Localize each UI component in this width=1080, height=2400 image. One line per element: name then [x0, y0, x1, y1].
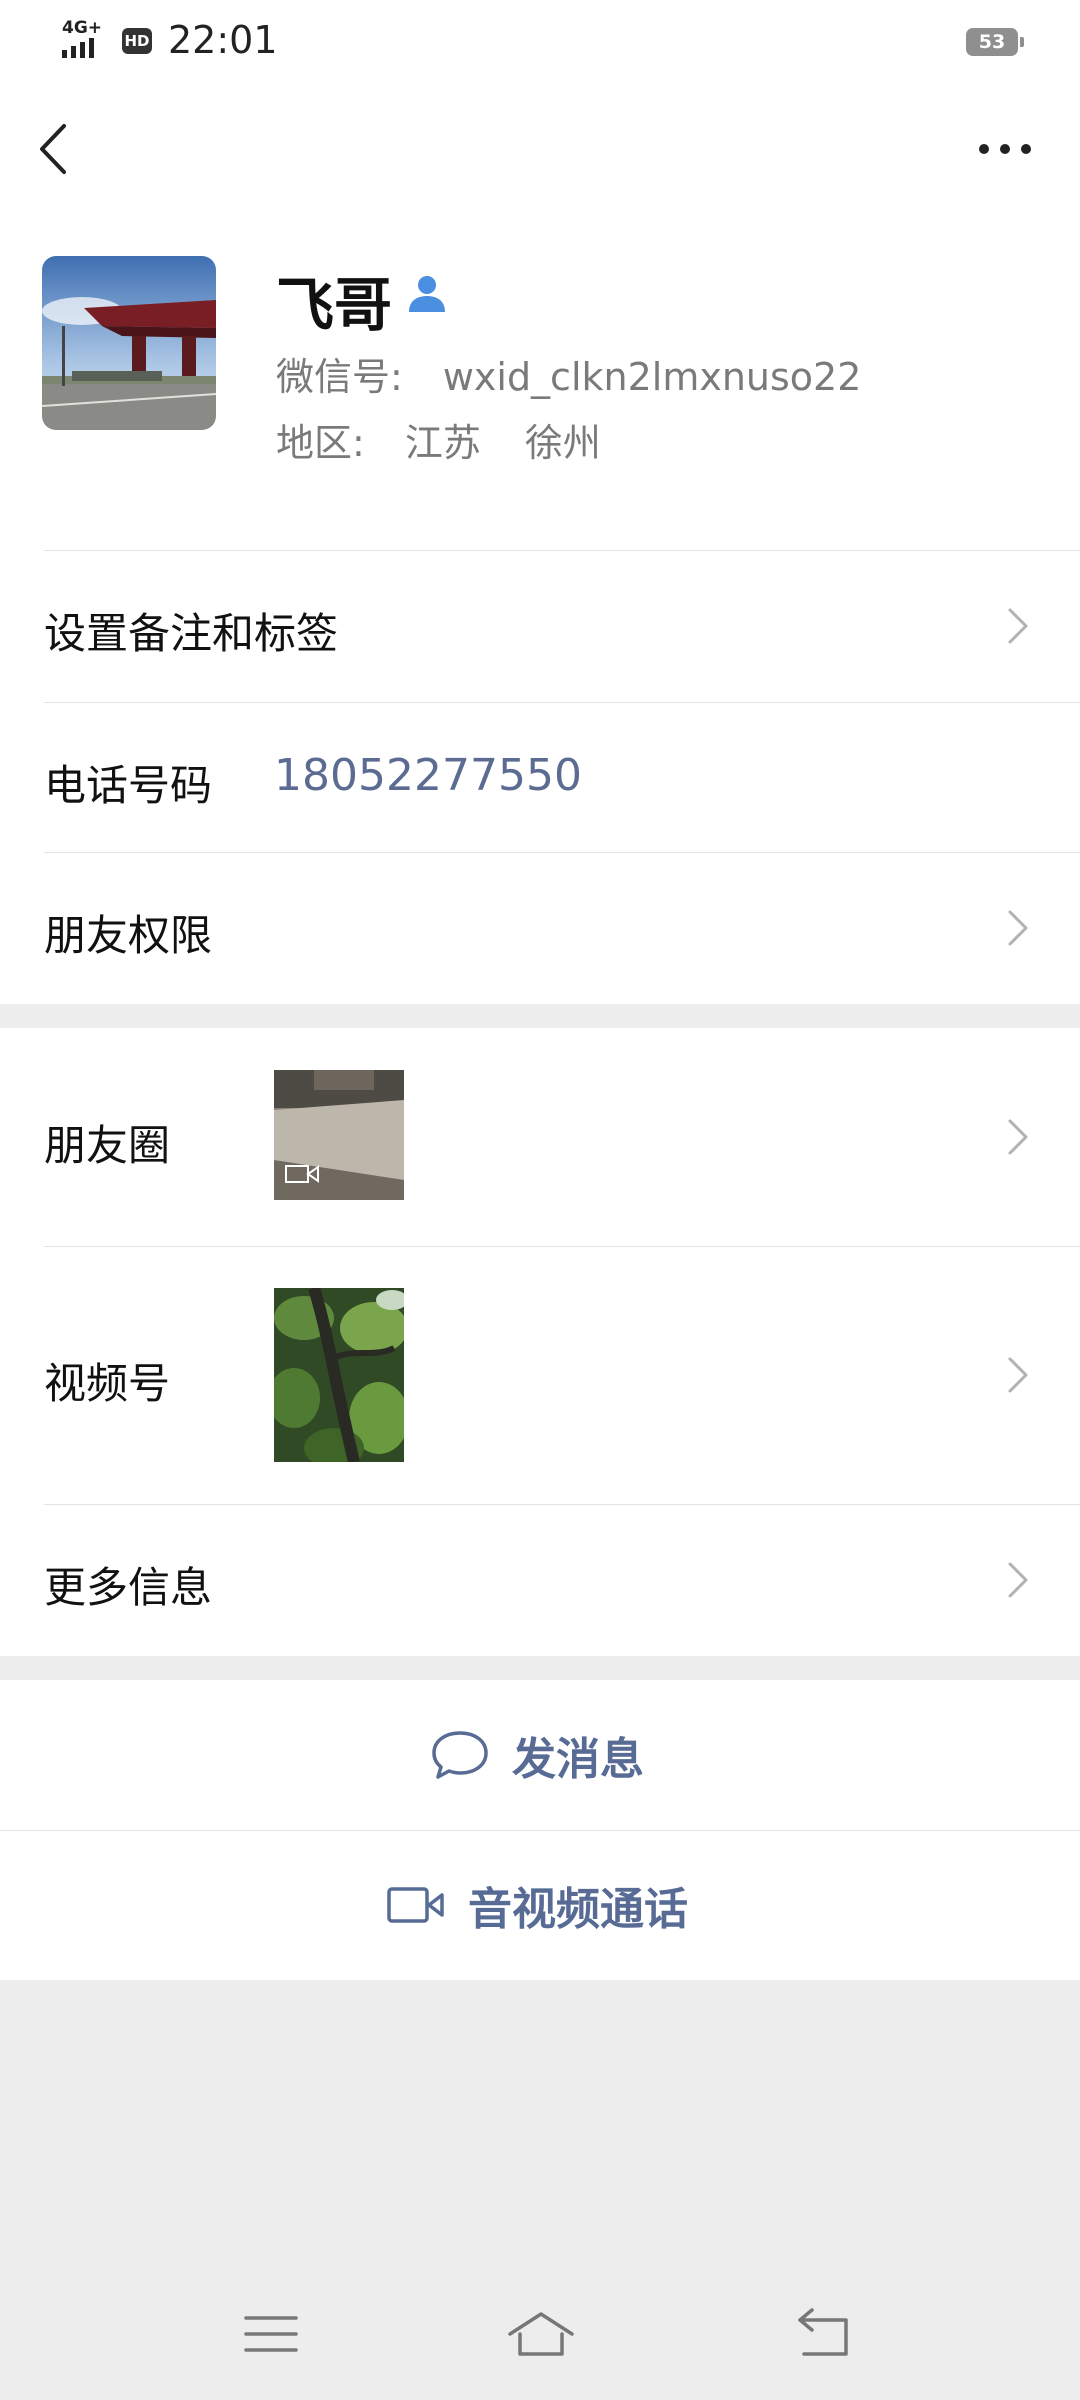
friend-permissions-row[interactable]: 朋友权限: [0, 852, 1080, 1004]
home-icon[interactable]: [506, 2300, 576, 2370]
more-info-row[interactable]: 更多信息: [0, 1504, 1080, 1656]
divider: [44, 1504, 1080, 1505]
avatar[interactable]: [42, 256, 216, 430]
video-call-label: 音视频通话: [468, 1884, 688, 1935]
signal-icon: [62, 38, 94, 58]
divider: [44, 550, 1080, 551]
channels-row[interactable]: 视频号: [0, 1246, 1080, 1504]
nav-bar: [0, 84, 1080, 214]
send-message-button[interactable]: 发消息: [0, 1680, 1080, 1830]
wechat-id-label: 微信号:: [276, 355, 403, 399]
divider: [44, 852, 1080, 853]
wechat-id-value: wxid_clkn2lmxnuso22: [442, 355, 862, 399]
friend-permissions-label: 朋友权限: [44, 911, 213, 960]
send-message-content: 发消息: [430, 1680, 644, 1830]
chevron-right-icon: [1008, 1357, 1028, 1393]
video-call-content: 音视频通话: [386, 1830, 688, 1980]
region-province: 江苏: [404, 421, 481, 465]
back-icon[interactable]: [30, 114, 100, 184]
divider: [44, 702, 1080, 703]
phone-label: 电话号码: [44, 761, 213, 810]
send-message-label: 发消息: [512, 1734, 644, 1785]
channels-thumbnail: [274, 1288, 404, 1462]
phone-row: 电话号码 18052277550: [0, 702, 1080, 852]
chevron-right-icon: [1008, 608, 1028, 644]
back-nav-icon[interactable]: [790, 2300, 860, 2370]
channels-label: 视频号: [44, 1359, 171, 1408]
battery-icon: 53: [966, 28, 1024, 56]
chat-bubble-icon: [432, 1731, 488, 1779]
system-nav-bar: [0, 2270, 1080, 2400]
moments-label: 朋友圈: [44, 1121, 171, 1170]
chevron-right-icon: [1008, 1562, 1028, 1598]
contact-name: 飞哥: [276, 271, 393, 339]
remark-tags-row[interactable]: 设置备注和标签: [0, 550, 1080, 702]
region-city: 徐州: [524, 421, 601, 465]
clock: 22:01: [168, 18, 278, 62]
contact-person-icon: [409, 276, 445, 312]
wechat-id: 微信号: wxid_clkn2lmxnuso22: [276, 346, 861, 401]
region: 地区: 江苏 徐州: [276, 412, 601, 467]
profile-header: 飞哥 微信号: wxid_clkn2lmxnuso22 地区: 江苏 徐州: [0, 214, 1080, 550]
region-label: 地区:: [276, 421, 365, 465]
more-icon[interactable]: [970, 114, 1040, 184]
divider: [44, 1246, 1080, 1247]
moments-thumbnail: [274, 1070, 404, 1200]
status-bar: 4G+ HD 22:01 53: [0, 0, 1080, 84]
chevron-right-icon: [1008, 1119, 1028, 1155]
menu-icon[interactable]: [236, 2300, 306, 2370]
hd-icon: HD: [122, 28, 152, 54]
video-call-button[interactable]: 音视频通话: [0, 1830, 1080, 1980]
moments-row[interactable]: 朋友圈: [0, 1028, 1080, 1246]
more-info-label: 更多信息: [44, 1563, 213, 1612]
chevron-right-icon: [1008, 910, 1028, 946]
remark-tags-label: 设置备注和标签: [44, 609, 339, 658]
video-camera-icon: [387, 1887, 444, 1923]
phone-number[interactable]: 18052277550: [274, 750, 582, 801]
